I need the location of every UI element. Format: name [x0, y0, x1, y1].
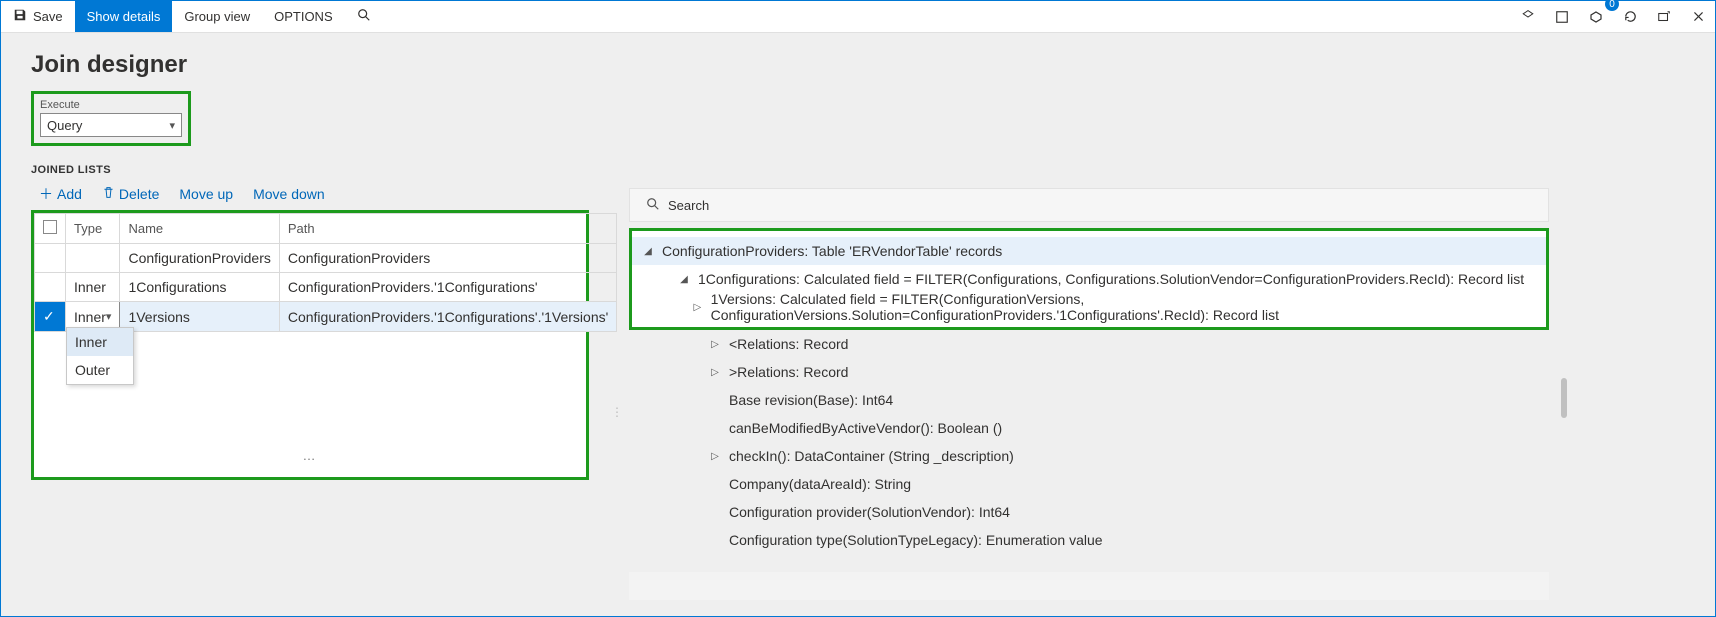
- tree-row[interactable]: ▷ >Relations: Record: [629, 358, 1549, 386]
- tree-row[interactable]: ◢ ConfigurationProviders: Table 'ERVendor…: [632, 237, 1546, 265]
- tree-label: >Relations: Record: [729, 364, 848, 380]
- tree-rest: ▷ <Relations: Record ▷ >Relations: Record Ba…: [629, 330, 1549, 554]
- delete-button[interactable]: Delete: [102, 186, 159, 202]
- tree-row[interactable]: ◢ 1Configurations: Calculated field = FIL…: [632, 265, 1546, 293]
- delete-label: Delete: [119, 186, 159, 202]
- tree-label: Base revision(Base): Int64: [729, 392, 893, 408]
- cell-name: 1Versions: [120, 302, 279, 332]
- save-button[interactable]: Save: [1, 1, 75, 32]
- table-row[interactable]: Inner1ConfigurationsConfigurationProvide…: [35, 273, 617, 302]
- tree-label: Configuration provider(SolutionVendor): …: [729, 504, 1010, 520]
- execute-value: Query: [47, 118, 82, 133]
- table-row[interactable]: ConfigurationProvidersConfigurationProvi…: [35, 244, 617, 273]
- row-check[interactable]: [35, 273, 66, 302]
- search-icon: [357, 8, 371, 25]
- messages-icon[interactable]: 0: [1579, 1, 1613, 32]
- search-icon: [646, 197, 660, 214]
- tree-label: <Relations: Record: [729, 336, 848, 352]
- tree-row[interactable]: Configuration provider(SolutionVendor): …: [629, 498, 1549, 526]
- cell-name: 1Configurations: [120, 273, 279, 302]
- options-button[interactable]: OPTIONS: [262, 1, 345, 32]
- dropdown-option-outer[interactable]: Outer: [67, 356, 133, 384]
- joined-lists-label: JOINED LISTS: [31, 164, 1715, 176]
- cell-path: ConfigurationProviders.'1Configurations'…: [279, 302, 616, 332]
- dropdown-option-inner[interactable]: Inner: [67, 328, 133, 356]
- search-label: Search: [668, 198, 709, 213]
- add-button[interactable]: ＋ Add: [39, 184, 82, 204]
- group-view-label: Group view: [184, 9, 250, 24]
- execute-group: Execute Query ▾: [31, 91, 191, 146]
- save-icon: [13, 8, 27, 25]
- tree-row[interactable]: Company(dataAreaId): String: [629, 470, 1549, 498]
- tree-label: canBeModifiedByActiveVendor(): Boolean (…: [729, 420, 1002, 436]
- move-down-button[interactable]: Move down: [253, 186, 325, 202]
- action-bar: Save Show details Group view OPTIONS 0: [1, 1, 1715, 33]
- tree-label: ConfigurationProviders: Table 'ERVendorT…: [662, 243, 1002, 259]
- execute-dropdown[interactable]: Query ▾: [40, 113, 182, 137]
- col-type[interactable]: Type: [66, 214, 120, 244]
- col-name[interactable]: Name: [120, 214, 279, 244]
- tree-row[interactable]: canBeModifiedByActiveVendor(): Boolean (…: [629, 414, 1549, 442]
- chevron-down-icon: ▾: [169, 119, 175, 132]
- tree-toggle-icon[interactable]: ◢: [678, 274, 690, 285]
- tree-label: checkIn(): DataContainer (String _descri…: [729, 448, 1014, 464]
- tree-label: 1Configurations: Calculated field = FILT…: [698, 271, 1524, 287]
- tree-toggle-icon[interactable]: ▷: [692, 302, 703, 313]
- status-bar: [629, 572, 1549, 600]
- row-check[interactable]: ✓: [35, 302, 66, 332]
- close-icon[interactable]: [1681, 1, 1715, 32]
- save-label: Save: [33, 9, 63, 24]
- tree-toggle-icon[interactable]: ▷: [709, 367, 721, 378]
- splitter-handle[interactable]: ⋮: [611, 405, 623, 419]
- tree-row[interactable]: ▷ 1Versions: Calculated field = FILTER(Co…: [632, 293, 1546, 321]
- cell-type[interactable]: Inner: [66, 273, 120, 302]
- joined-lists-grid: Type Name Path ConfigurationProvidersCon…: [31, 210, 589, 480]
- move-up-button[interactable]: Move up: [179, 186, 233, 202]
- office-icon[interactable]: [1545, 1, 1579, 32]
- add-label: Add: [57, 186, 82, 202]
- tree-label: 1Versions: Calculated field = FILTER(Con…: [711, 291, 1546, 323]
- chevron-down-icon: ▾: [106, 310, 112, 323]
- tree-toggle-icon[interactable]: ▷: [709, 451, 721, 462]
- col-path[interactable]: Path: [279, 214, 616, 244]
- data-source-pane: Search ◢ ConfigurationProviders: Table 'E…: [629, 188, 1549, 554]
- popout-icon[interactable]: [1647, 1, 1681, 32]
- tree-toggle-icon[interactable]: ◢: [642, 246, 654, 257]
- show-details-button[interactable]: Show details: [75, 1, 173, 32]
- show-details-label: Show details: [87, 9, 161, 24]
- options-label: OPTIONS: [274, 9, 333, 24]
- tree-toggle-icon[interactable]: ▷: [709, 339, 721, 350]
- row-check[interactable]: [35, 244, 66, 273]
- tree-row[interactable]: Configuration type(SolutionTypeLegacy): …: [629, 526, 1549, 554]
- group-view-button[interactable]: Group view: [172, 1, 262, 32]
- tree-row[interactable]: ▷ checkIn(): DataContainer (String _descr…: [629, 442, 1549, 470]
- cell-name: ConfigurationProviders: [120, 244, 279, 273]
- scrollbar-thumb[interactable]: [1561, 378, 1567, 418]
- tree-row[interactable]: ▷ <Relations: Record: [629, 330, 1549, 358]
- cell-path: ConfigurationProviders: [279, 244, 616, 273]
- cell-type[interactable]: [66, 244, 120, 273]
- tree-row[interactable]: Base revision(Base): Int64: [629, 386, 1549, 414]
- search-bar[interactable]: Search: [629, 188, 1549, 222]
- type-dropdown-menu: Inner Outer: [66, 327, 134, 385]
- page-title: Join designer: [31, 51, 1715, 79]
- ellipsis: …: [34, 438, 586, 473]
- tree-label: Company(dataAreaId): String: [729, 476, 911, 492]
- tree-label: Configuration type(SolutionTypeLegacy): …: [729, 532, 1103, 548]
- plus-icon: ＋: [39, 184, 53, 204]
- content-area: Join designer Execute Query ▾ JOINED LIS…: [1, 33, 1715, 616]
- header-check[interactable]: [35, 214, 66, 244]
- tree-highlighted: ◢ ConfigurationProviders: Table 'ERVendor…: [629, 228, 1549, 330]
- cell-path: ConfigurationProviders.'1Configurations': [279, 273, 616, 302]
- attach-icon[interactable]: [1511, 1, 1545, 32]
- execute-label: Execute: [40, 99, 80, 111]
- trash-icon: [102, 186, 115, 202]
- search-action[interactable]: [345, 1, 383, 32]
